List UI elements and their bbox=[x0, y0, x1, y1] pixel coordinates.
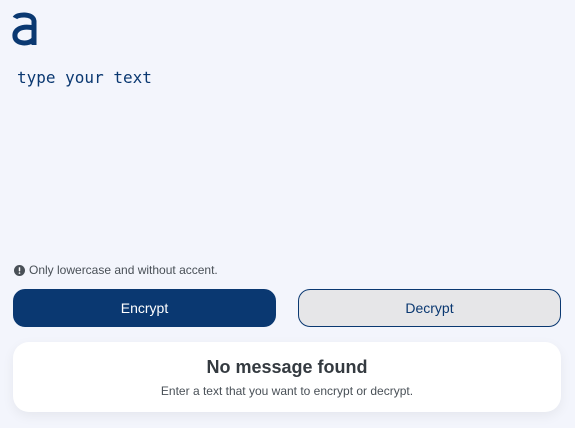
result-card: No message found Enter a text that you w… bbox=[13, 342, 561, 412]
decrypt-button[interactable]: Decrypt bbox=[298, 289, 561, 327]
input-hint: Only lowercase and without accent. bbox=[14, 263, 218, 277]
exclamation-circle-icon bbox=[14, 264, 25, 276]
encrypt-button[interactable]: Encrypt bbox=[13, 289, 276, 327]
message-input[interactable] bbox=[13, 62, 561, 252]
result-subtitle: Enter a text that you want to encrypt or… bbox=[160, 383, 414, 398]
result-title: No message found bbox=[206, 356, 368, 377]
hint-text: Only lowercase and without accent. bbox=[29, 263, 218, 277]
alura-logo-icon bbox=[12, 12, 37, 46]
